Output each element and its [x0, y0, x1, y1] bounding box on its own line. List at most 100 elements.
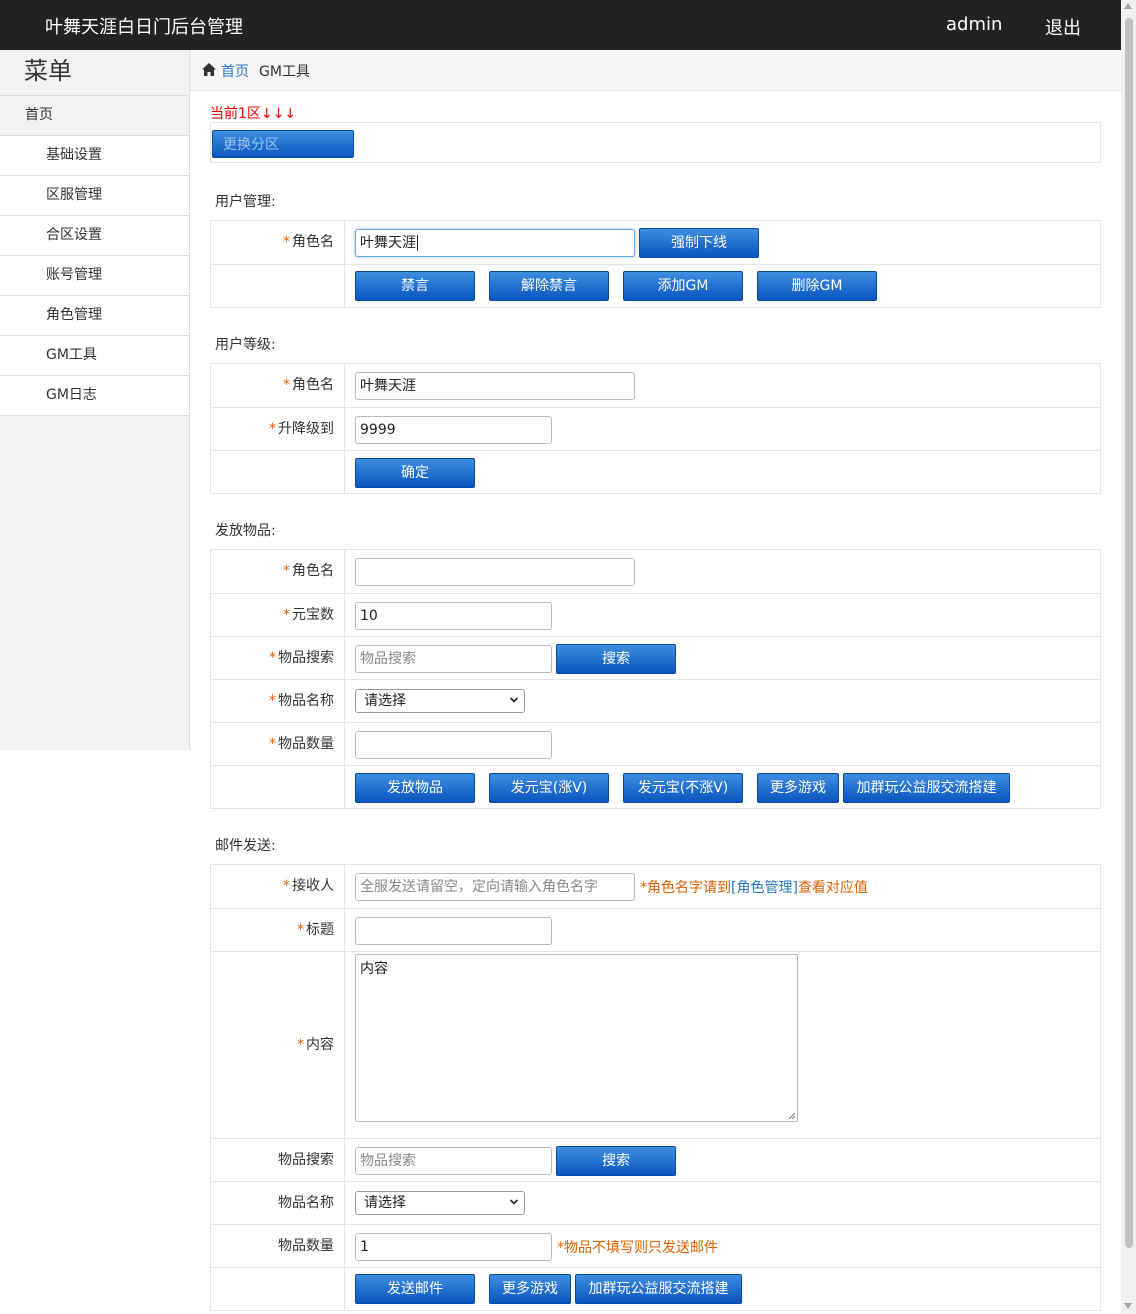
form-row: 禁言 解除禁言 添加GM 删除GM [211, 264, 1100, 307]
app-title: 叶舞天涯白日门后台管理 [45, 17, 243, 38]
issue-items-button[interactable]: 发放物品 [355, 773, 475, 803]
sidebar-item-home[interactable]: 首页 [0, 96, 189, 136]
sidebar-item-server-management[interactable]: 区服管理 [0, 176, 189, 216]
field-label: * 物品数量 [211, 723, 345, 765]
items-quantity-input[interactable] [355, 731, 552, 759]
sidebar: 菜单 首页 基础设置 区服管理 合区设置 账号管理 角色管理 GM工具 GM日志 [0, 50, 190, 750]
sidebar-item-account-management[interactable]: 账号管理 [0, 256, 189, 296]
mail-more-games-button[interactable]: 更多游戏 [489, 1274, 571, 1304]
mail-items-search-input[interactable]: 物品搜索 [355, 1147, 552, 1175]
breadcrumb: 首页 GM工具 [190, 50, 1121, 91]
field-label: * 角色名 [211, 550, 345, 593]
field-label [211, 451, 345, 493]
field-label: * 物品名称 [211, 680, 345, 722]
change-zone-button[interactable]: 更换分区 [212, 130, 354, 158]
sidebar-item-gm-tools[interactable]: GM工具 [0, 336, 189, 376]
items-search-input[interactable]: 物品搜索 [355, 645, 552, 673]
sidebar-item-merge-settings[interactable]: 合区设置 [0, 216, 189, 256]
level-role-name-input[interactable]: 叶舞天涯 [355, 372, 635, 400]
target-level-input[interactable]: 9999 [355, 416, 552, 444]
mail-content-textarea[interactable]: 内容 [355, 954, 798, 1122]
mail-join-group-button[interactable]: 加群玩公益服交流搭建 [575, 1274, 742, 1304]
form-row: * 角色名 叶舞天涯 强制下线 [211, 221, 1100, 264]
yuanbao-amount-input[interactable]: 10 [355, 602, 552, 630]
mail-recipient-input[interactable]: 全服发送请留空，定向请输入角色名字 [355, 873, 635, 901]
form-row: * 物品名称 请选择 [211, 679, 1100, 722]
user-level-form: * 角色名 叶舞天涯 * 升降级到 9999 确定 [210, 363, 1101, 494]
form-row: 确定 [211, 450, 1100, 493]
sidebar-item-basic-settings[interactable]: 基础设置 [0, 136, 189, 176]
scroll-up-icon[interactable] [1124, 3, 1132, 9]
form-row: * 物品数量 [211, 722, 1100, 765]
form-row: 物品数量 1 *物品不填写则只发送邮件 [211, 1224, 1100, 1267]
form-row: * 角色名 [211, 550, 1100, 593]
add-gm-button[interactable]: 添加GM [623, 271, 743, 301]
form-row: * 内容 内容 [211, 951, 1100, 1138]
issue-yuanbao-vip-button[interactable]: 发元宝(涨V) [489, 773, 609, 803]
field-label: 物品搜索 [211, 1139, 345, 1181]
form-row: 物品搜索 物品搜索 搜索 [211, 1138, 1100, 1181]
mail-subject-input[interactable] [355, 917, 552, 945]
field-label: * 角色名 [211, 364, 345, 407]
field-label: * 接收人 [211, 865, 345, 908]
form-row: * 升降级到 9999 [211, 407, 1100, 450]
join-group-button[interactable]: 加群玩公益服交流搭建 [843, 773, 1010, 803]
breadcrumb-home-link[interactable]: 首页 [221, 61, 249, 81]
field-label: * 角色名 [211, 221, 345, 264]
items-role-name-input[interactable] [355, 558, 635, 586]
scroll-down-icon[interactable] [1124, 1303, 1132, 1309]
form-row: * 元宝数 10 [211, 593, 1100, 636]
scrollbar-thumb[interactable] [1125, 18, 1133, 1248]
mail-items-quantity-input[interactable]: 1 [355, 1233, 552, 1261]
field-label: 物品名称 [211, 1182, 345, 1224]
form-row: * 接收人 全服发送请留空，定向请输入角色名字 *角色名字请到[角色管理]查看对应… [211, 865, 1100, 908]
chevron-down-icon [510, 1199, 518, 1205]
mail-items-name-select[interactable]: 请选择 [355, 1191, 525, 1215]
form-row: * 标题 [211, 908, 1100, 951]
send-mail-form: * 接收人 全服发送请留空，定向请输入角色名字 *角色名字请到[角色管理]查看对应… [210, 864, 1101, 1311]
more-games-button[interactable]: 更多游戏 [757, 773, 839, 803]
role-name-input[interactable]: 叶舞天涯 [355, 229, 635, 257]
sidebar-item-gm-log[interactable]: GM日志 [0, 376, 189, 416]
send-mail-button[interactable]: 发送邮件 [355, 1274, 475, 1304]
user-management-form: * 角色名 叶舞天涯 强制下线 禁言 解除禁言 添加GM 删除GM [210, 220, 1101, 308]
sidebar-title: 菜单 [0, 50, 189, 96]
force-offline-button[interactable]: 强制下线 [639, 228, 759, 258]
field-label: * 内容 [211, 952, 345, 1138]
confirm-level-button[interactable]: 确定 [355, 458, 475, 488]
current-zone-note: 当前1区↓↓↓ [210, 106, 297, 122]
items-name-select[interactable]: 请选择 [355, 689, 525, 713]
unmute-button[interactable]: 解除禁言 [489, 271, 609, 301]
current-user: admin [946, 14, 1003, 35]
section-title-send-mail: 邮件发送: [215, 838, 276, 854]
section-title-user-management: 用户管理: [215, 194, 276, 210]
mail-items-search-button[interactable]: 搜索 [556, 1146, 676, 1176]
sidebar-item-role-management[interactable]: 角色管理 [0, 296, 189, 336]
issue-items-form: * 角色名 * 元宝数 10 * 物品搜索 物品搜索 搜索 * 物品名称 请选择 * 物品… [210, 549, 1101, 809]
items-search-button[interactable]: 搜索 [556, 644, 676, 674]
page-scrollbar[interactable] [1121, 0, 1136, 1314]
breadcrumb-current: GM工具 [259, 64, 310, 80]
mute-button[interactable]: 禁言 [355, 271, 475, 301]
section-title-user-level: 用户等级: [215, 337, 276, 353]
field-label: * 物品搜索 [211, 637, 345, 679]
field-label: * 标题 [211, 909, 345, 951]
quantity-hint: *物品不填写则只发送邮件 [557, 1240, 718, 1256]
field-label [211, 766, 345, 808]
remove-gm-button[interactable]: 删除GM [757, 271, 877, 301]
form-row: * 角色名 叶舞天涯 [211, 364, 1100, 407]
field-label: * 元宝数 [211, 594, 345, 636]
resize-grip-icon[interactable] [787, 1111, 796, 1120]
logout-link[interactable]: 退出 [1045, 14, 1081, 40]
form-row: 物品名称 请选择 [211, 1181, 1100, 1224]
issue-yuanbao-novip-button[interactable]: 发元宝(不涨V) [623, 773, 743, 803]
recipient-hint: *角色名字请到[角色管理]查看对应值 [640, 880, 868, 896]
zone-box: 更换分区 [210, 122, 1101, 163]
form-row: 发放物品 发元宝(涨V) 发元宝(不涨V) 更多游戏 加群玩公益服交流搭建 [211, 765, 1100, 808]
top-header: 叶舞天涯白日门后台管理 admin 退出 [0, 0, 1121, 50]
form-row: 发送邮件 更多游戏 加群玩公益服交流搭建 [211, 1267, 1100, 1310]
role-management-link[interactable]: [角色管理] [731, 880, 798, 896]
chevron-down-icon [510, 697, 518, 703]
section-title-issue-items: 发放物品: [215, 523, 276, 539]
form-row: * 物品搜索 物品搜索 搜索 [211, 636, 1100, 679]
